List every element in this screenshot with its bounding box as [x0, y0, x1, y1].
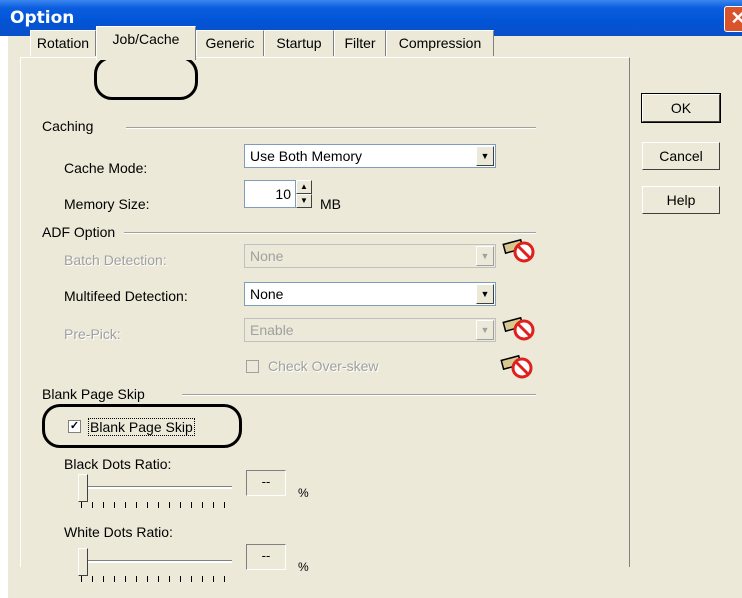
- black-dots-unit: %: [298, 486, 309, 500]
- highlight-oval-checkbox: [42, 404, 242, 448]
- memory-unit: MB: [320, 196, 341, 212]
- tab-panel: [20, 57, 630, 567]
- white-dots-slider-track: [80, 560, 232, 563]
- multifeed-detection-select[interactable]: None ▼: [244, 282, 496, 306]
- pre-pick-label: Pre-Pick:: [64, 326, 121, 342]
- tab-generic[interactable]: Generic: [196, 30, 264, 56]
- chevron-down-icon[interactable]: ▼: [476, 146, 494, 166]
- white-dots-slider-thumb[interactable]: [78, 548, 88, 576]
- spin-up-icon[interactable]: ▲: [296, 180, 312, 194]
- chevron-down-icon: ▼: [476, 246, 494, 266]
- black-dots-slider-ticks: [81, 502, 235, 508]
- black-dots-ratio-label: Black Dots Ratio:: [64, 456, 172, 472]
- memory-size-input[interactable]: 10: [244, 180, 296, 208]
- black-dots-slider-track: [80, 486, 232, 489]
- black-dots-value-box: --: [246, 470, 286, 496]
- check-over-skew-checkbox: [246, 360, 259, 373]
- cache-mode-label: Cache Mode:: [64, 160, 148, 176]
- window-title: Option: [10, 8, 75, 28]
- batch-detection-label: Batch Detection:: [64, 252, 167, 268]
- unavailable-scanner-icon: [502, 238, 535, 263]
- white-dots-slider-ticks: [81, 576, 235, 582]
- tab-startup[interactable]: Startup: [264, 30, 334, 56]
- unavailable-scanner-icon: [500, 354, 533, 379]
- blank-page-header: Blank Page Skip: [42, 386, 145, 402]
- caching-divider: [126, 127, 536, 129]
- pre-pick-select: Enable ▼: [244, 318, 496, 342]
- ok-button[interactable]: OK: [641, 93, 721, 123]
- white-dots-unit: %: [298, 560, 309, 574]
- memory-size-spinner[interactable]: 10 ▲ ▼: [244, 180, 316, 208]
- multifeed-detection-label: Multifeed Detection:: [64, 288, 188, 304]
- pre-pick-value: Enable: [250, 322, 294, 338]
- white-dots-ratio-label: White Dots Ratio:: [64, 524, 173, 540]
- help-button[interactable]: Help: [642, 186, 720, 214]
- blank-page-divider: [182, 394, 536, 396]
- white-dots-value-box: --: [246, 544, 286, 570]
- chevron-down-icon: ▼: [476, 320, 494, 340]
- option-dialog: Option ✕ Rotation Job/Cache Generic Star…: [0, 0, 742, 598]
- unavailable-scanner-icon: [502, 316, 535, 341]
- check-over-skew-label: Check Over-skew: [268, 358, 379, 374]
- memory-size-label: Memory Size:: [64, 196, 150, 212]
- tab-filter[interactable]: Filter: [334, 30, 386, 56]
- caching-header: Caching: [42, 118, 94, 134]
- spin-down-icon[interactable]: ▼: [296, 194, 312, 208]
- chevron-down-icon[interactable]: ▼: [476, 284, 494, 304]
- batch-detection-select: None ▼: [244, 244, 496, 268]
- black-dots-slider-thumb[interactable]: [78, 474, 88, 502]
- cache-mode-value: Use Both Memory: [250, 148, 363, 164]
- batch-detection-value: None: [250, 248, 284, 264]
- tab-rotation[interactable]: Rotation: [30, 30, 96, 56]
- multifeed-detection-value: None: [250, 286, 284, 302]
- cancel-button[interactable]: Cancel: [642, 142, 720, 170]
- tab-job-cache[interactable]: Job/Cache: [96, 26, 196, 60]
- adf-header: ADF Option: [42, 224, 116, 240]
- close-button[interactable]: ✕: [724, 6, 742, 32]
- adf-divider: [124, 232, 536, 234]
- cache-mode-select[interactable]: Use Both Memory ▼: [244, 144, 496, 168]
- tab-compression[interactable]: Compression: [386, 30, 494, 56]
